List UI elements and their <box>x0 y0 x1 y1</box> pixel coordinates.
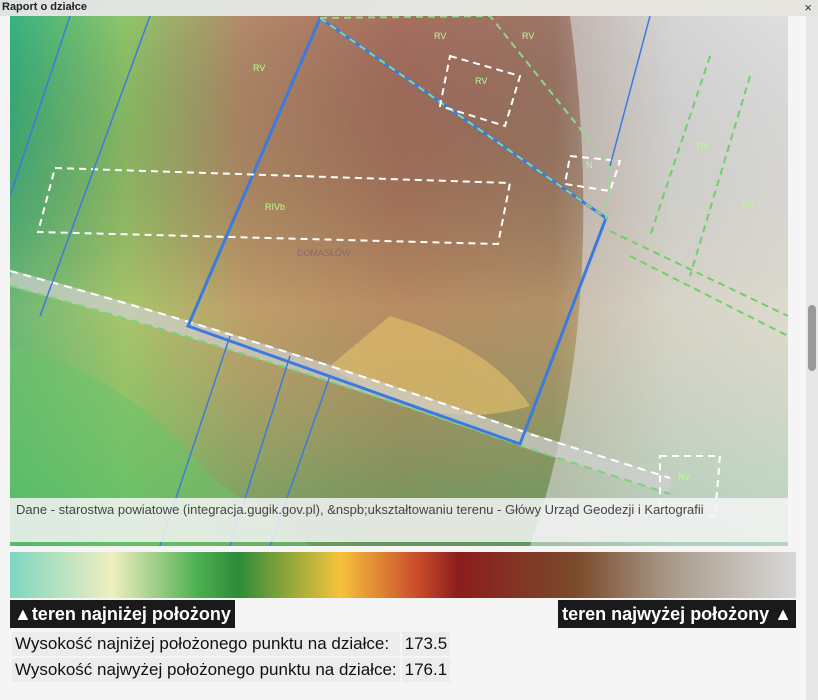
title-bar: Raport o działce × <box>0 0 818 16</box>
elevation-value: 173.5 <box>401 632 451 656</box>
highest-terrain-label: teren najwyżej położony ▲ <box>558 600 796 628</box>
elevation-label: Wysokość najniżej położonego punktu na d… <box>12 632 400 656</box>
close-icon[interactable]: × <box>804 0 812 15</box>
elevation-map[interactable]: RV RV RV RIVb RV RV RV N RV DOMASŁÓW <box>10 16 788 546</box>
map-attribution: Dane - starostwa powiatowe (integracja.g… <box>10 498 788 542</box>
elevation-table: Wysokość najniżej położonego punktu na d… <box>10 630 452 684</box>
parcel-label: RV <box>697 141 709 151</box>
lowest-terrain-label: ▲teren najniżej położony <box>10 600 235 628</box>
parcel-label: RV <box>434 31 446 41</box>
scrollbar-thumb[interactable] <box>808 305 816 371</box>
parcel-label: RIVb <box>265 202 285 212</box>
parcel-label: N <box>586 160 593 170</box>
parcel-label: RV <box>475 76 487 86</box>
place-label: DOMASŁÓW <box>297 248 351 258</box>
window-title: Raport o działce <box>2 1 87 13</box>
parcel-label: RV <box>678 472 690 482</box>
elevation-legend-bar <box>10 552 796 598</box>
parcel-label: RV <box>742 200 754 210</box>
table-row: Wysokość najniżej położonego punktu na d… <box>12 632 451 656</box>
parcel-label: RV <box>253 63 265 73</box>
parcel-label: RV <box>522 31 534 41</box>
table-row: Wysokość najwyżej położonego punktu na d… <box>12 658 451 682</box>
elevation-value: 176.1 <box>401 658 451 682</box>
report-window: Raport o działce × RV RV RV RIVb RV RV R… <box>0 0 818 700</box>
map-image: RV RV RV RIVb RV RV RV N RV DOMASŁÓW <box>10 16 788 546</box>
elevation-label: Wysokość najwyżej położonego punktu na d… <box>12 658 400 682</box>
